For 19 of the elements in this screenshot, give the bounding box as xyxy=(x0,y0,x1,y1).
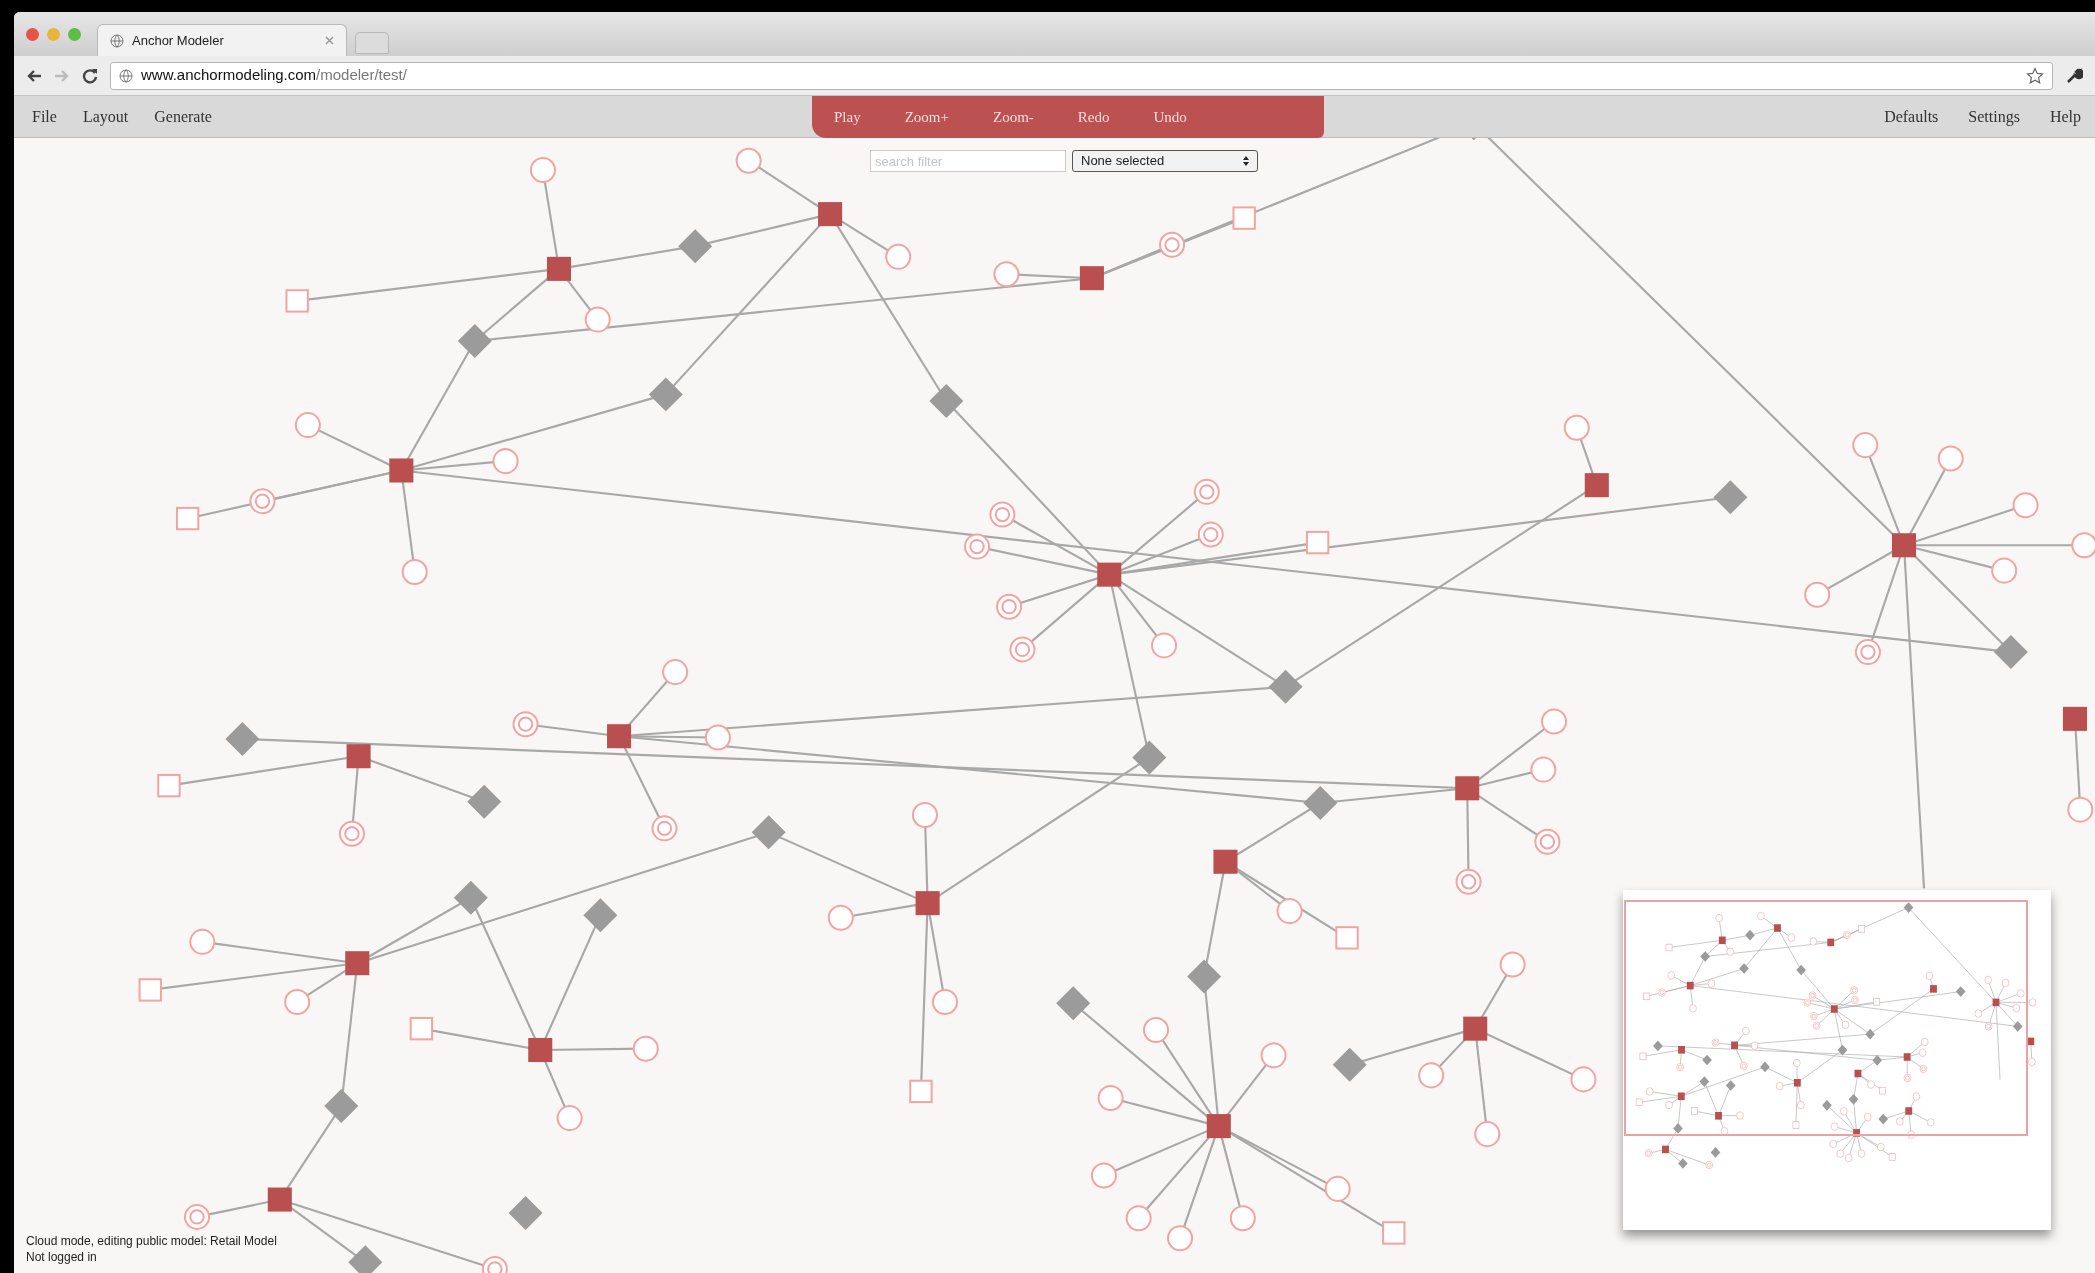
toolbar-button[interactable]: Zoom+ xyxy=(904,105,949,129)
status-text: Cloud mode, editing public model: Retail Model xyxy=(26,1233,277,1249)
status-text: Not logged in xyxy=(26,1249,98,1265)
address-field[interactable]: www.anchormodeling.com/modeler/test/ xyxy=(110,61,2053,90)
filter-select[interactable]: None selected xyxy=(1072,150,1258,172)
menu-item[interactable]: Help xyxy=(2049,104,2081,129)
menu-item[interactable]: Defaults xyxy=(1884,104,1939,129)
search-field[interactable]: search filter xyxy=(870,150,1066,172)
menu-item[interactable]: Layout xyxy=(82,104,129,129)
toolbar-button[interactable]: Redo xyxy=(1077,105,1110,129)
menu-item[interactable]: File xyxy=(32,104,57,129)
menu-item[interactable]: Generate xyxy=(154,104,212,129)
menu-item[interactable]: Settings xyxy=(1968,104,2020,129)
toolbar-button[interactable]: Undo xyxy=(1153,105,1187,129)
url-text: www.anchormodeling.com/modeler/test/ xyxy=(141,65,408,86)
toolbar-button[interactable]: Play xyxy=(834,105,861,129)
browser-tab[interactable]: Anchor Modeler xyxy=(97,24,347,56)
tab-title: Anchor Modeler xyxy=(132,31,225,50)
toolbar-button[interactable]: Zoom- xyxy=(992,105,1034,129)
